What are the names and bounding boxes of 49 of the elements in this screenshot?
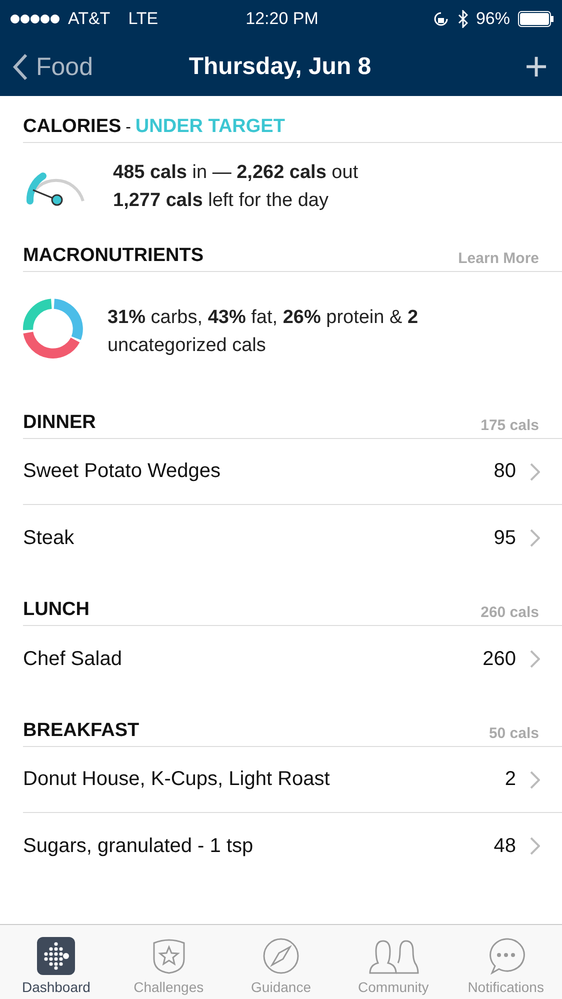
meal-total: 260 cals: [480, 604, 539, 621]
back-button[interactable]: Food: [12, 52, 152, 82]
page-title: Thursday, Jun 8: [188, 53, 372, 81]
food-row[interactable]: Chef Salad 260: [23, 626, 562, 692]
section-title: CALORIES: [23, 116, 122, 137]
dots-logo-icon: [37, 937, 76, 975]
rotation-lock-icon: [432, 10, 450, 28]
food-name: Steak: [23, 526, 76, 550]
food-name: Donut House, K-Cups, Light Roast: [23, 768, 331, 791]
food-calories: 95: [494, 526, 516, 550]
calories-summary: 485 cals in — 2,262 cals out: [113, 161, 358, 185]
meal-total: 50 cals: [488, 725, 539, 742]
battery-percent: 96%: [476, 9, 510, 29]
food-calories: 260: [482, 648, 516, 670]
food-calories: 2: [504, 768, 516, 791]
title-separator: -: [126, 119, 131, 136]
chevron-right-icon: [530, 529, 540, 547]
meal-title: DINNER: [23, 412, 96, 434]
bluetooth-icon: [458, 10, 468, 28]
food-row[interactable]: Steak 95: [23, 505, 562, 571]
network-text: LTE: [128, 9, 158, 29]
chevron-left-icon: [12, 53, 28, 81]
carrier-text: AT&T: [68, 9, 110, 29]
macronutrient-summary: 31% carbs, 43% fat, 26% protein & 2 uncategorized cals: [107, 306, 420, 358]
compass-icon: [262, 937, 300, 975]
chat-bubble-icon: [486, 937, 525, 975]
food-row[interactable]: Sugars, granulated - 1 tsp 48: [23, 813, 562, 879]
food-calories: 80: [494, 460, 516, 483]
section-title: MACRONUTRIENTS: [23, 245, 204, 267]
food-row[interactable]: Sweet Potato Wedges 80: [23, 439, 562, 505]
chevron-right-icon: [530, 837, 540, 855]
tab-button[interactable]: Dashboard: [0, 925, 112, 999]
meal-title: LUNCH: [23, 599, 90, 621]
calories-remaining: 1,277 cals left for the day: [113, 189, 330, 213]
food-calories: 48: [494, 834, 516, 858]
signal-icon: [10, 14, 60, 24]
status-label: UNDER TARGET: [135, 116, 285, 137]
add-button[interactable]: +: [408, 47, 548, 87]
meal-total: 175 cals: [480, 417, 539, 434]
food-name: Sweet Potato Wedges: [23, 460, 222, 483]
status-time: 12:20 PM: [246, 9, 318, 28]
food-row[interactable]: Donut House, K-Cups, Light Roast 2: [23, 747, 562, 813]
food-name: Sugars, granulated - 1 tsp: [23, 834, 254, 858]
chevron-right-icon: [530, 650, 540, 668]
food-name: Chef Salad: [23, 648, 123, 670]
battery-icon: [518, 11, 554, 27]
chevron-right-icon: [530, 462, 540, 480]
meal-title: BREAKFAST: [23, 720, 140, 742]
chevron-right-icon: [530, 770, 540, 788]
